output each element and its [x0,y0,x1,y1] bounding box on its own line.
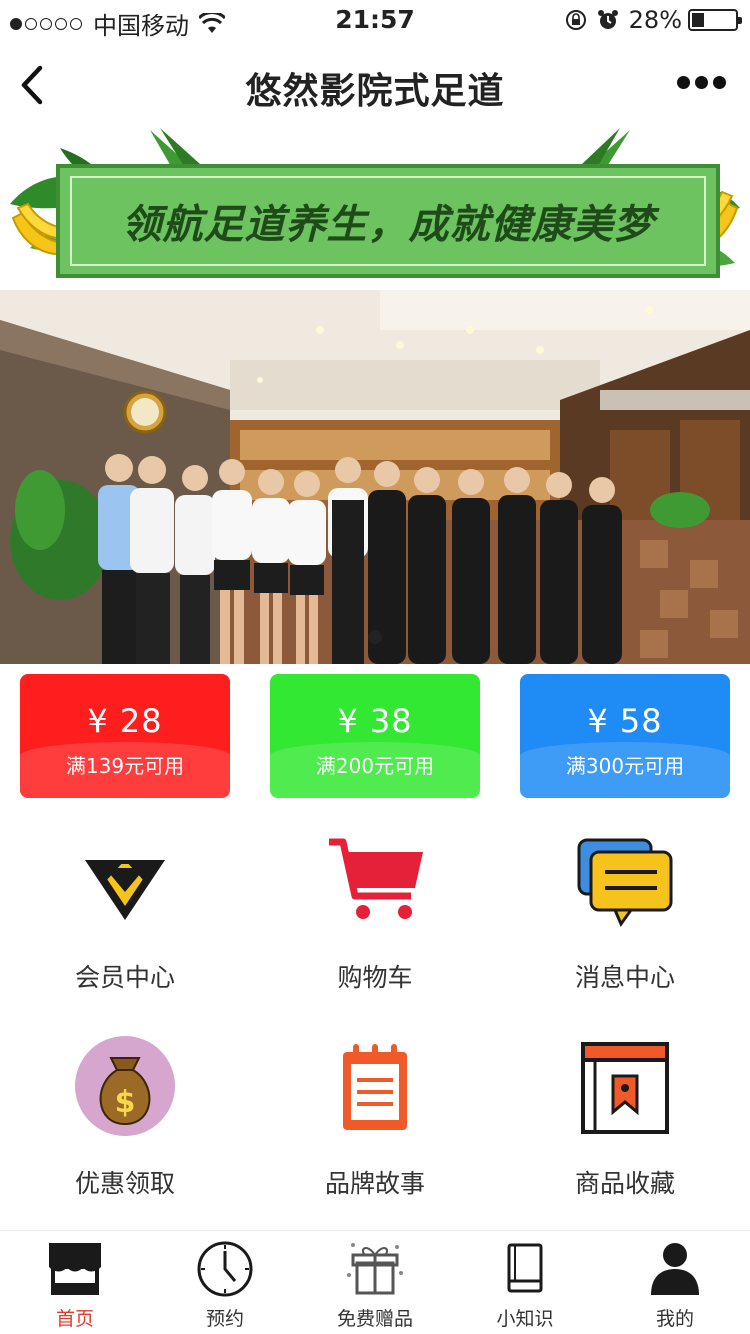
message-icon [577,838,673,928]
carousel-dot-active[interactable] [368,630,382,644]
book-icon [507,1243,543,1293]
tab-home[interactable]: 首页 [0,1231,150,1334]
notepad-icon [343,1044,407,1130]
clock-icon [197,1241,253,1297]
grid-item-brand-story[interactable]: 品牌故事 [250,1026,500,1226]
grid-item-coupons[interactable]: $ 优惠领取 [0,1026,250,1226]
banner-slogan: 领航足道养生，成就健康美梦 [121,201,655,248]
carousel-indicator[interactable] [0,630,750,644]
storefront-photo[interactable] [0,290,750,664]
gift-icon [347,1243,403,1295]
money-bag-icon: $ [75,1036,175,1136]
nav-bar: 悠然影院式足道 [0,42,750,128]
cart-icon [329,838,423,919]
grid-label: 品牌故事 [324,1169,425,1198]
store-icon [49,1243,101,1295]
coupon-amount: ¥ 58 [587,702,663,740]
grid-label: 商品收藏 [574,1169,675,1198]
coupon-38[interactable]: ¥ 38 满200元可用 [270,674,480,798]
tab-label: 我的 [655,1308,694,1330]
tab-label: 免费赠品 [336,1308,413,1330]
grid-item-cart[interactable]: 购物车 [250,820,500,1020]
grid-label: 消息中心 [574,963,675,992]
promo-banner[interactable]: 领航足道养生，成就健康美梦 [0,128,750,290]
grid-item-member-center[interactable]: 会员中心 [0,820,250,1020]
diamond-icon [85,860,165,920]
tab-knowledge[interactable]: 小知识 [450,1231,600,1334]
grid-item-messages[interactable]: 消息中心 [500,820,750,1020]
coupon-28[interactable]: ¥ 28 满139元可用 [20,674,230,798]
coupon-list: ¥ 28 满139元可用 ¥ 38 满200元可用 ¥ 58 满300元可用 [20,674,730,798]
tab-bar: 首页 预约 免费赠品 小知识 我的 [0,1230,750,1334]
page-title: 悠然影院式足道 [245,71,505,112]
tab-free-gifts[interactable]: 免费赠品 [300,1231,450,1334]
status-bar: 中国移动 21:57 28% [0,0,750,42]
more-icon[interactable] [672,76,726,89]
coupon-amount: ¥ 28 [87,702,163,740]
coupon-amount: ¥ 38 [337,702,413,740]
orientation-lock-icon [565,10,586,30]
coupon-condition: 满139元可用 [65,754,185,778]
grid-label: 购物车 [337,963,413,992]
svg-text:$: $ [115,1085,136,1120]
alarm-icon [597,10,618,29]
tab-label: 预约 [205,1308,244,1330]
battery-percent: 28% [628,6,682,34]
tab-label: 小知识 [496,1308,554,1330]
user-icon [651,1243,699,1295]
tab-label: 首页 [55,1308,94,1330]
grid-label: 优惠领取 [74,1169,175,1198]
tab-appointment[interactable]: 预约 [150,1231,300,1334]
battery-icon [688,9,742,31]
grid-label: 会员中心 [74,963,175,992]
banner-board: 领航足道养生，成就健康美梦 [56,164,720,278]
grid-item-favorites[interactable]: 商品收藏 [500,1026,750,1226]
bookmark-window-icon [581,1042,669,1134]
tab-profile[interactable]: 我的 [600,1231,750,1334]
coupon-58[interactable]: ¥ 58 满300元可用 [520,674,730,798]
status-right: 28% [565,6,742,34]
coupon-condition: 满200元可用 [315,754,435,778]
coupon-condition: 满300元可用 [565,754,685,778]
staff-group-photo [0,290,750,664]
